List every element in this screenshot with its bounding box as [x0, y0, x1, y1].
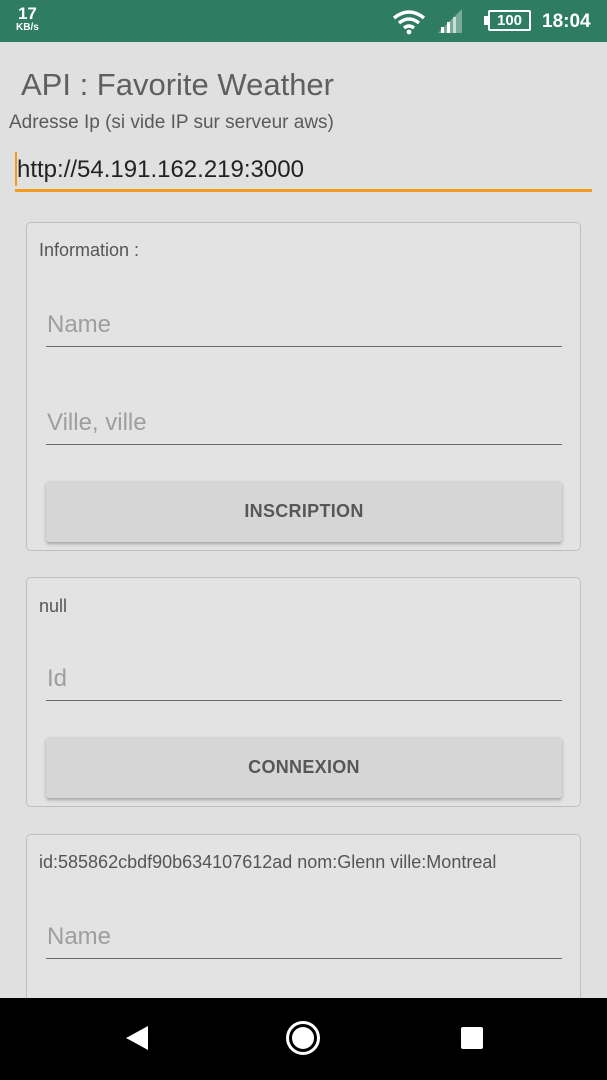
status-bar: 17 KB/s 100 18:04 [0, 0, 607, 42]
login-card: null CONNEXION [26, 577, 581, 807]
ip-address-input[interactable] [15, 150, 592, 192]
profile-name-input[interactable] [46, 915, 562, 959]
clock: 18:04 [542, 11, 591, 32]
name-input[interactable] [46, 303, 562, 347]
profile-card: id:585862cbdf90b634107612ad nom:Glenn vi… [26, 834, 581, 1004]
profile-card-title: id:585862cbdf90b634107612ad nom:Glenn vi… [39, 852, 497, 872]
signal-icon [437, 8, 464, 39]
network-speed-unit: KB/s [16, 22, 39, 33]
register-card: Information : INSCRIPTION [26, 222, 581, 551]
login-card-title: null [39, 596, 68, 616]
recents-icon[interactable] [461, 1027, 483, 1049]
navigation-bar [0, 998, 607, 1080]
text-cursor [15, 152, 17, 186]
wifi-icon [392, 9, 426, 40]
register-card-title: Information : [39, 240, 140, 260]
network-speed-value: 17 [17, 4, 37, 23]
home-icon[interactable] [285, 1020, 321, 1061]
connexion-button[interactable]: CONNEXION [46, 737, 562, 798]
network-speed: 17 KB/s [16, 5, 39, 33]
inscription-button[interactable]: INSCRIPTION [46, 481, 562, 542]
ip-address-label: Adresse Ip (si vide IP sur serveur aws) [9, 112, 334, 133]
battery-level: 100 [488, 10, 531, 31]
app-title: API : Favorite Weather [21, 67, 334, 102]
city-input[interactable] [46, 401, 562, 445]
battery-icon: 100 [484, 10, 531, 31]
back-icon[interactable] [125, 1025, 149, 1056]
id-input[interactable] [46, 657, 562, 701]
